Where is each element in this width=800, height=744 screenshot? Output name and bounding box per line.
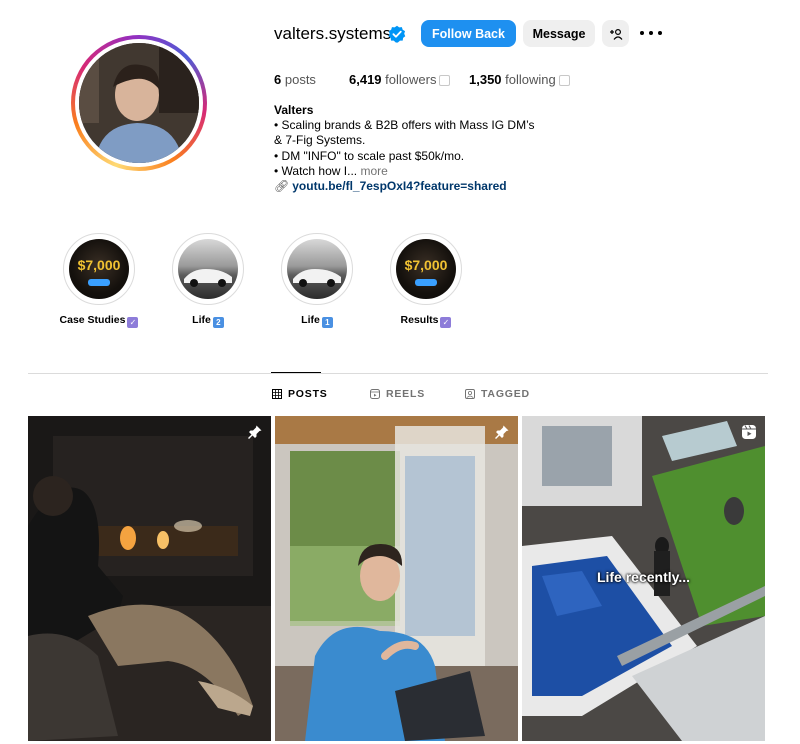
tab-posts[interactable]: POSTS [272,388,328,400]
tab-reels[interactable]: REELS [370,388,425,400]
verified-badge-icon [388,25,406,43]
following-count: 1,350 [469,72,502,87]
grid-icon [272,389,282,399]
highlight-ring [281,233,353,305]
followers-count: 6,419 [349,72,382,87]
highlight-badge: ✓ [127,317,139,328]
following-stat[interactable]: 1,350 following [469,72,570,87]
highlight-label: Case Studies ✓ [43,314,155,328]
highlight-thumbnail [287,239,347,299]
highlight-label-text: Case Studies [59,314,126,326]
link-icon: 🔗︎ [274,179,290,194]
bio-more-link[interactable]: more [360,164,387,178]
highlight-label: Life 1 [261,314,373,328]
highlight-chip [88,279,110,286]
highlight-thumbnail: $7,000 [69,239,129,299]
bio-link[interactable]: youtu.be/fl_7espOxI4?feature=shared [292,179,506,193]
add-user-button[interactable] [602,20,629,47]
highlight-money-text: $7,000 [77,257,121,273]
profile-bio: Valters • Scaling brands & B2B offers wi… [274,103,594,194]
reel-icon [370,389,380,399]
add-user-icon [609,28,622,40]
followers-label: followers [385,72,437,87]
more-options-icon[interactable] [640,24,662,42]
highlight-results[interactable]: $7,000 Results ✓ [390,233,462,328]
highlight-thumbnail [178,239,238,299]
follow-back-button[interactable]: Follow Back [421,20,516,47]
following-label: following [505,72,556,87]
car-image [184,269,232,287]
bio-link-row[interactable]: 🔗︎ youtu.be/fl_7espOxI4?feature=shared [274,179,594,194]
highlight-ring: $7,000 [390,233,462,305]
profile-avatar [79,43,199,163]
tab-posts-label: POSTS [288,388,328,400]
reel-overlay-text: Life recently... [596,569,691,585]
tab-tagged[interactable]: TAGGED [465,388,530,400]
highlight-label: Life 2 [152,314,264,328]
highlight-life-2[interactable]: Life 2 [172,233,244,328]
posts-stat: 6 posts [274,72,316,87]
bio-name: Valters [274,103,314,117]
avatar-photo [79,43,199,163]
highlight-case-studies[interactable]: $7,000 Case Studies ✓ [60,233,139,328]
highlight-badge: 1 [321,317,333,328]
followers-stat[interactable]: 6,419 followers [349,72,451,87]
post-thumbnail-3[interactable]: Life recently... [522,416,765,741]
profile-username: valters.systems [274,24,392,43]
bio-line-4: • Watch how I... more [274,164,594,179]
bio-line-3: • DM "INFO" to scale past $50k/mo. [274,148,465,163]
highlight-ring: $7,000 [63,233,135,305]
highlight-ring [172,233,244,305]
bio-line-4-text: • Watch how I... [274,163,358,178]
avatar-inner [75,39,203,167]
highlight-label-text: Results [400,314,439,326]
highlight-money-text: $7,000 [404,257,448,273]
post-image-laptop [275,416,518,741]
tagged-icon [465,389,475,399]
car-image [293,269,341,287]
highlight-label-text: Life [301,314,320,326]
highlight-badge: ✓ [440,317,452,328]
highlight-label-text: Life [192,314,211,326]
post-image-fireplace [28,416,271,741]
tab-tagged-label: TAGGED [481,388,530,400]
bio-line-2: & 7-Fig Systems. [274,133,366,148]
tabs-divider [28,373,768,374]
posts-count: 6 [274,72,282,87]
highlight-thumbnail: $7,000 [396,239,456,299]
pin-icon [495,425,509,439]
active-tab-indicator [271,372,321,373]
followers-expand-icon[interactable] [439,75,451,86]
tab-reels-label: REELS [386,388,426,400]
posts-label: posts [284,72,316,87]
message-button[interactable]: Message [523,20,595,47]
bio-line-1: • Scaling brands & B2B offers with Mass … [274,118,535,133]
highlight-life-1[interactable]: Life 1 [281,233,353,328]
post-thumbnail-2[interactable] [275,416,518,741]
highlight-badge: 2 [212,317,224,328]
post-thumbnail-1[interactable] [28,416,271,741]
highlight-label: Results ✓ [370,314,482,328]
pin-icon [248,425,262,439]
profile-avatar-ring[interactable] [71,35,207,171]
highlight-chip [415,279,437,286]
reel-icon [742,425,756,439]
following-expand-icon[interactable] [558,75,570,86]
